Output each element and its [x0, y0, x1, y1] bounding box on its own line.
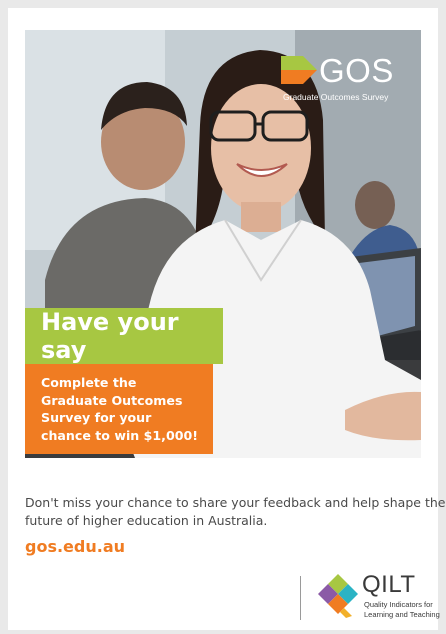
gos-logo: GOS Graduate Outcomes Survey — [281, 52, 407, 122]
qilt-wordmark: QILT — [362, 571, 416, 598]
gos-tagline: Graduate Outcomes Survey — [283, 92, 389, 102]
gos-chevron-icon — [281, 56, 317, 84]
gos-wordmark: GOS — [319, 52, 394, 89]
body-line: future of higher education in Australia. — [25, 512, 268, 528]
offer-line: Complete the — [41, 375, 137, 390]
qilt-diamond-icon — [318, 574, 358, 618]
offer-banner: Complete the Graduate Outcomes Survey fo… — [25, 364, 213, 454]
qilt-logo: QILT Quality Indicators for Learning and… — [318, 571, 440, 624]
body-copy: Don't miss your chance to share your fee… — [25, 494, 446, 529]
offer-line: Survey for your — [41, 410, 152, 425]
headline-banner: Have your say — [25, 308, 223, 364]
qilt-tagline: Quality Indicators for Learning and Teac… — [364, 600, 440, 619]
headline-text: Have your say — [41, 308, 179, 364]
body-line: Don't miss your chance to share your fee… — [25, 495, 446, 510]
logo-divider — [300, 576, 301, 620]
offer-line: chance to win $1,000! — [41, 427, 198, 443]
qilt-tagline-line: Learning and Teaching — [364, 609, 440, 619]
offer-line: Graduate Outcomes — [41, 392, 183, 408]
website-link[interactable]: gos.edu.au — [25, 537, 125, 556]
qilt-tagline-line: Quality Indicators for — [364, 600, 433, 609]
ad-card: GOS Graduate Outcomes Survey Have your s… — [8, 8, 446, 630]
